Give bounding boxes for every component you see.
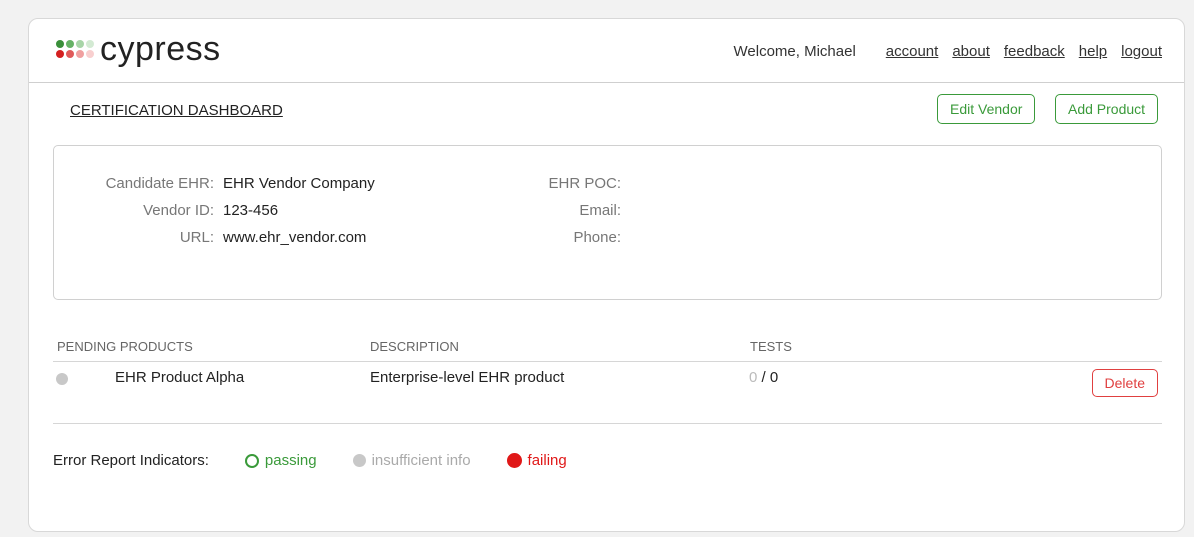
product-description: Enterprise-level EHR product [370, 369, 565, 386]
logo-dot [56, 40, 64, 48]
legend-insufficient: insufficient info [352, 452, 471, 469]
legend-passing: passing [244, 452, 317, 469]
welcome-text: Welcome, Michael [733, 43, 856, 60]
failing-dot-icon [506, 453, 522, 468]
add-product-button[interactable]: Add Product [1055, 94, 1159, 124]
candidate-ehr-label: Candidate EHR: [105, 175, 214, 192]
insufficient-dot-icon [352, 454, 366, 467]
logo-dot [86, 50, 94, 58]
legend-label: Error Report Indicators: [53, 452, 209, 469]
header: cypress Welcome, Michael account about f… [29, 19, 1184, 83]
logo[interactable]: cypress [56, 31, 221, 67]
top-nav: Welcome, Michael account about feedback … [734, 43, 1162, 60]
status-insufficient-icon [56, 373, 68, 385]
nav-link-help[interactable]: help [1079, 43, 1107, 60]
logo-dot [66, 50, 74, 58]
nav-link-logout[interactable]: logout [1121, 43, 1162, 60]
candidate-ehr-row: Candidate EHR: EHR Vendor Company [54, 175, 375, 192]
error-report-legend: Error Report Indicators: passing insuffi… [53, 452, 603, 469]
legend-failing-text: failing [527, 452, 567, 469]
vendor-id-label: Vendor ID: [143, 202, 214, 219]
legend-insufficient-text: insufficient info [371, 452, 471, 469]
ehr-poc-label: EHR POC: [548, 175, 621, 192]
ehr-poc-row: EHR POC: [501, 175, 621, 192]
logo-dot [76, 40, 84, 48]
header-pending-products: PENDING PRODUCTS [57, 339, 193, 354]
products-table-header: PENDING PRODUCTS DESCRIPTION TESTS [53, 339, 1162, 362]
delete-button[interactable]: Delete [1091, 369, 1158, 397]
header-tests: TESTS [750, 339, 792, 354]
phone-label: Phone: [573, 229, 621, 246]
tests-total: 0 [769, 369, 779, 386]
nav-link-account[interactable]: account [886, 43, 939, 60]
logo-text: cypress [100, 30, 221, 68]
vendor-id-value: 123-456 [223, 202, 279, 219]
logo-dot [56, 50, 64, 58]
tests-separator: / [757, 369, 770, 386]
logo-dot [86, 40, 94, 48]
legend-failing: failing [506, 452, 567, 469]
url-row: URL: www.ehr_vendor.com [54, 229, 367, 246]
passing-ring-icon [244, 453, 259, 468]
url-value: www.ehr_vendor.com [223, 229, 367, 246]
logo-dot [66, 40, 74, 48]
url-label: URL: [179, 229, 214, 246]
nav-link-feedback[interactable]: feedback [1004, 43, 1065, 60]
vendor-id-row: Vendor ID: 123-456 [54, 202, 278, 219]
edit-vendor-button[interactable]: Edit Vendor [937, 94, 1036, 124]
nav-link-about[interactable]: about [952, 43, 990, 60]
header-description: DESCRIPTION [370, 339, 459, 354]
product-name[interactable]: EHR Product Alpha [115, 369, 244, 386]
logo-dots-icon [56, 40, 94, 58]
vendor-info-panel: Candidate EHR: EHR Vendor Company Vendor… [53, 145, 1162, 300]
legend-passing-text: passing [264, 452, 317, 469]
table-row: EHR Product Alpha Enterprise-level EHR p… [53, 361, 1162, 424]
candidate-ehr-value: EHR Vendor Company [223, 175, 375, 192]
main-card: cypress Welcome, Michael account about f… [28, 18, 1185, 532]
email-row: Email: [501, 202, 621, 219]
product-tests: 0 / 0 [749, 369, 778, 386]
email-label: Email: [579, 202, 621, 219]
logo-dot [76, 50, 84, 58]
phone-row: Phone: [501, 229, 621, 246]
page-title[interactable]: CERTIFICATION DASHBOARD [70, 102, 283, 119]
